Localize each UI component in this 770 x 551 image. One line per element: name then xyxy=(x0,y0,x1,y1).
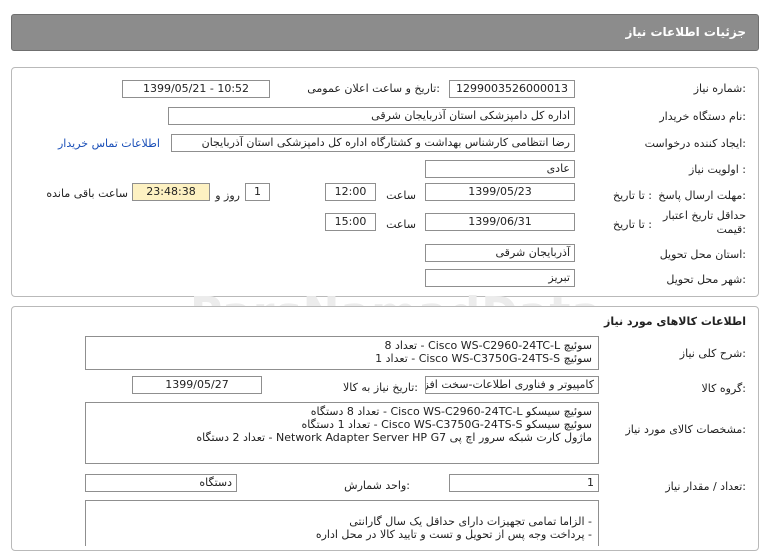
spec-line: سوئیچ سیسکو Cisco WS-C2960-24TC-L - تعدا… xyxy=(310,405,592,418)
notes-line: - الزاما تمامی تجهیزات دارای حداقل یک سا… xyxy=(349,515,592,528)
notes-line: - پرداخت وجه پس از تحویل و تست و تایید ک… xyxy=(315,528,592,541)
spec-line: سوئیچ سیسکو Cisco WS-C3750G-24TS-S - تعد… xyxy=(301,418,592,431)
notes-field: - الزاما تمامی تجهیزات دارای حداقل یک سا… xyxy=(85,500,599,546)
goods-section-title: اطلاعات کالاهای مورد نیاز xyxy=(604,315,746,328)
need-number-field: 1299003526000013 xyxy=(449,80,575,98)
spec-field: سوئیچ سیسکو Cisco WS-C2960-24TC-L - تعدا… xyxy=(85,402,599,464)
buyer-field: اداره کل دامپزشکی استان آذربایجان شرقی xyxy=(168,107,575,125)
deadline-label: مهلت ارسال پاسخ: xyxy=(658,189,746,202)
unit-field: دستگاه xyxy=(85,474,237,492)
priority-field: عادی xyxy=(425,160,575,178)
deadline-time-field: 12:00 xyxy=(325,183,376,201)
deadline-date-field: 1399/05/23 xyxy=(425,183,575,201)
buyer-contact-link[interactable]: اطلاعات تماس خریدار xyxy=(58,137,160,150)
validity-label-1: حداقل تاریخ اعتبار xyxy=(662,209,746,222)
need-date-label: تاریخ نیاز به کالا: xyxy=(343,381,418,394)
remaining-time-field: 23:48:38 xyxy=(132,183,210,201)
summary-label: شرح کلی نیاز: xyxy=(679,347,746,360)
validity-label-2: قیمت: xyxy=(716,223,746,236)
province-field: آذربایجان شرقی xyxy=(425,244,575,262)
announce-label: تاریخ و ساعت اعلان عمومی: xyxy=(307,82,440,95)
qty-field: 1 xyxy=(449,474,599,492)
validity-date-field: 1399/06/31 xyxy=(425,213,575,231)
deadline-time-label: ساعت xyxy=(386,189,416,202)
city-label: شهر محل تحویل: xyxy=(666,273,746,286)
summary-field: سوئیچ Cisco WS-C2960-24TC-L - تعداد 8 سو… xyxy=(85,336,599,370)
spec-line: ماژول کارت شبکه سرور اچ پی Network Adapt… xyxy=(196,431,592,444)
days-remaining-field: 1 xyxy=(245,183,270,201)
need-number-label: شماره نیاز: xyxy=(693,82,746,95)
summary-line: سوئیچ Cisco WS-C3750G-24TS-S - تعداد 1 xyxy=(375,352,592,365)
creator-label: ایجاد کننده درخواست: xyxy=(644,137,746,150)
province-label: استان محل تحویل: xyxy=(659,248,746,261)
page-header: جزئیات اطلاعات نیاز xyxy=(11,14,759,51)
need-date-field: 1399/05/27 xyxy=(132,376,262,394)
summary-line: سوئیچ Cisco WS-C2960-24TC-L - تعداد 8 xyxy=(384,339,592,352)
validity-time-label: ساعت xyxy=(386,218,416,231)
group-label: گروه کالا: xyxy=(701,382,746,395)
remaining-label: ساعت باقی مانده xyxy=(46,187,128,200)
days-label: روز و xyxy=(215,189,240,202)
unit-label: واحد شمارش: xyxy=(344,479,410,492)
validity-time-field: 15:00 xyxy=(325,213,376,231)
need-info-panel xyxy=(11,67,759,297)
deadline-to-date-label: تا تاریخ : xyxy=(613,189,652,202)
creator-field: رضا انتظامی کارشناس بهداشت و کشتارگاه اد… xyxy=(171,134,575,152)
validity-to-date-label: تا تاریخ : xyxy=(613,218,652,231)
city-field: تبریز xyxy=(425,269,575,287)
spec-label: مشخصات کالای مورد نیاز: xyxy=(625,423,746,436)
page-title: جزئیات اطلاعات نیاز xyxy=(625,25,746,39)
announce-field: 1399/05/21 - 10:52 xyxy=(122,80,270,98)
qty-label: تعداد / مقدار نیاز: xyxy=(665,480,746,493)
priority-label: اولویت نیاز : xyxy=(688,163,746,176)
buyer-label: نام دستگاه خریدار: xyxy=(659,110,746,123)
group-field: کامپیوتر و فناوری اطلاعات-سخت افزار xyxy=(425,376,599,394)
